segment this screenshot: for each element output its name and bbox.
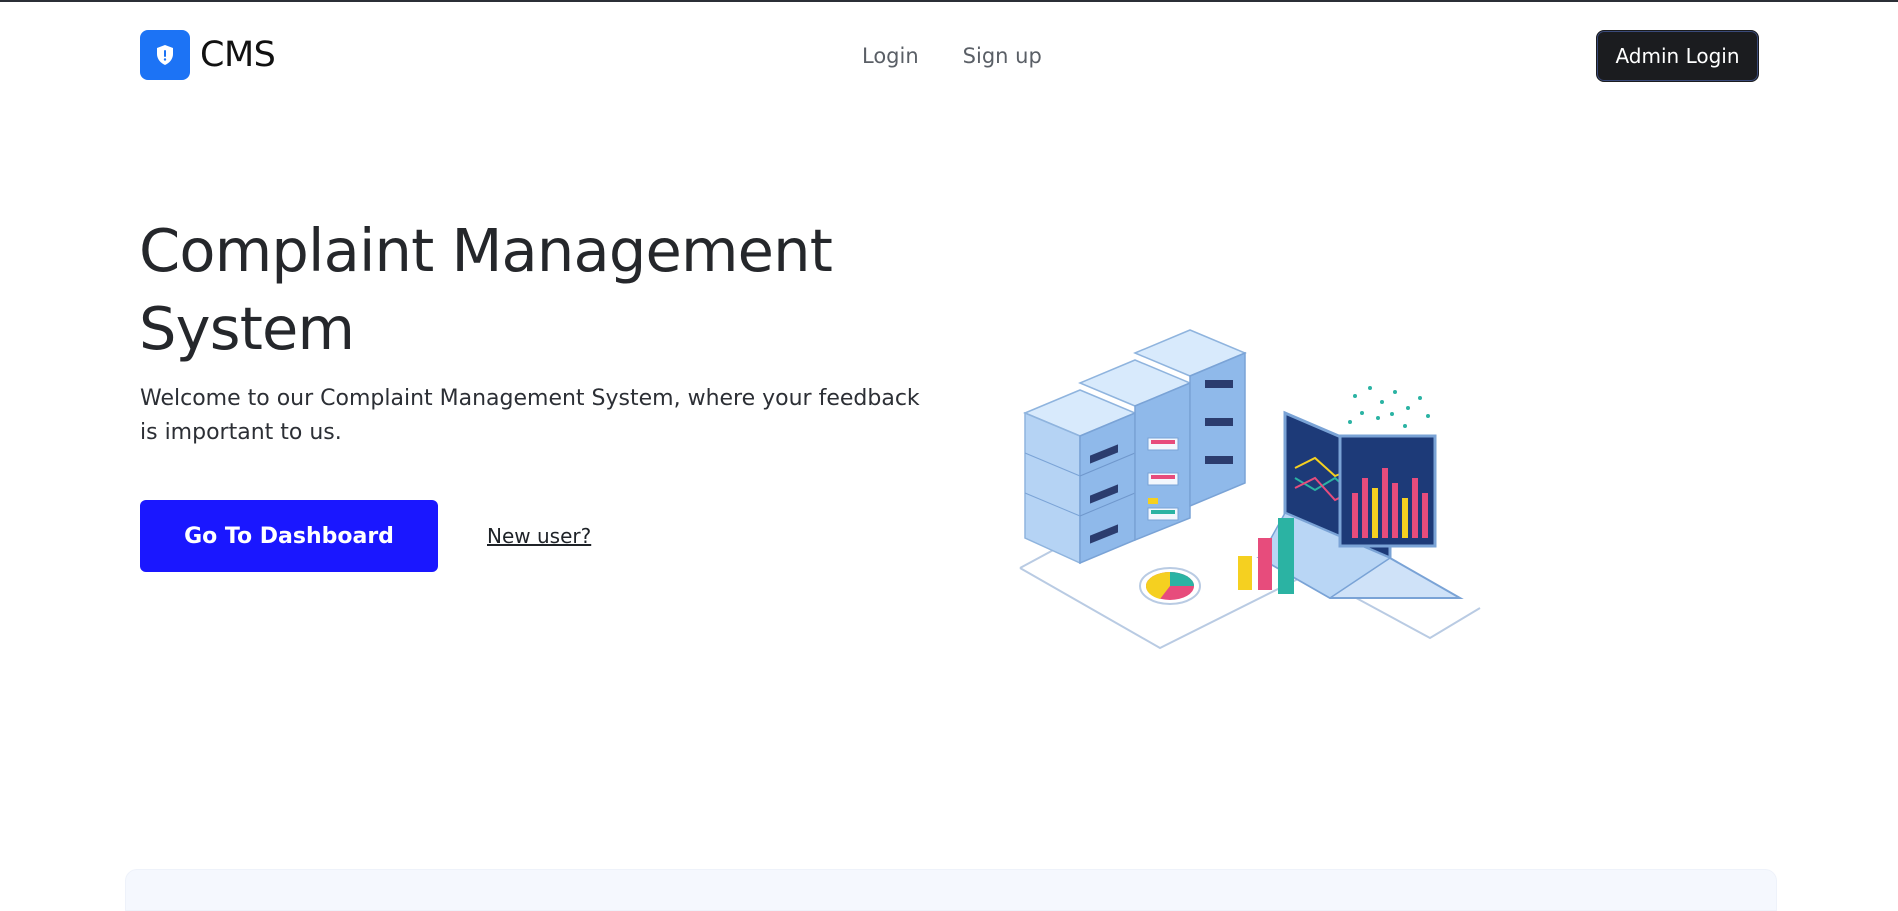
bar-chart-icon	[1238, 518, 1294, 594]
nav-signup-link[interactable]: Sign up	[963, 44, 1042, 68]
brand-name: CMS	[200, 34, 276, 75]
admin-login-button[interactable]: Admin Login	[1596, 30, 1759, 82]
shield-icon	[157, 45, 173, 65]
go-to-dashboard-button[interactable]: Go To Dashboard	[140, 500, 438, 572]
site-header: CMS Login Sign up Admin Login	[0, 2, 1898, 110]
brand-logo[interactable]: CMS	[140, 30, 276, 80]
page-title: Complaint Management System	[139, 216, 833, 363]
logo-badge	[140, 30, 190, 80]
pie-chart-icon	[1139, 567, 1201, 605]
server-rack-icon	[1023, 389, 1137, 565]
bottom-section-panel	[125, 869, 1777, 911]
nav-login-link[interactable]: Login	[862, 44, 919, 68]
main-nav: Login Sign up	[862, 44, 1042, 68]
new-user-link[interactable]: New user?	[487, 524, 591, 548]
hero-description: Welcome to our Complaint Management Syst…	[140, 386, 920, 445]
servers-laptop-analytics-illustration	[1019, 329, 1481, 650]
